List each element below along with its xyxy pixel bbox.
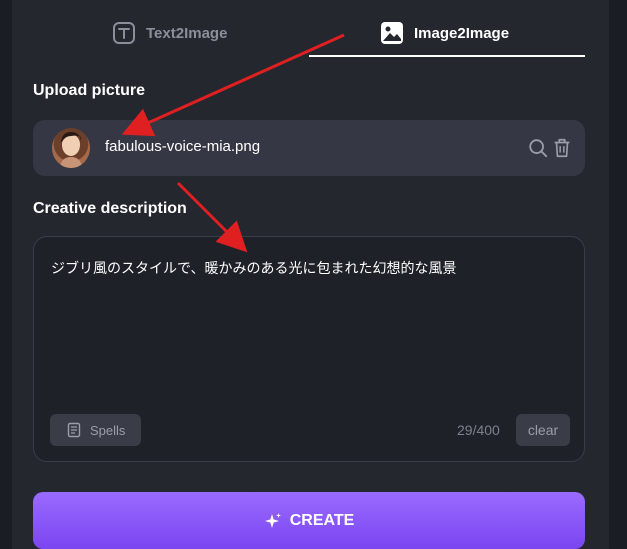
create-label: CREATE	[289, 511, 355, 529]
spells-button[interactable]: Spells	[50, 414, 141, 446]
sparkle-icon	[264, 512, 281, 528]
image-generator-panel: Text2Image Image2Image Upload picture fa…	[12, 0, 609, 549]
creative-description-label: Creative description	[33, 200, 187, 217]
tab-text2image-label: Text2Image	[146, 24, 228, 42]
create-button[interactable]: CREATE	[33, 492, 585, 549]
spells-label: Spells	[90, 422, 126, 438]
trash-icon[interactable]	[551, 137, 573, 159]
search-icon[interactable]	[527, 137, 549, 159]
image-icon	[381, 22, 403, 44]
tab-image2image-label: Image2Image	[414, 24, 510, 42]
book-icon	[67, 422, 81, 438]
uploaded-image-thumbnail	[52, 128, 90, 168]
creative-description-input[interactable]: ジブリ風のスタイルで、暖かみのある光に包まれた幻想的な風景	[51, 258, 571, 278]
text-icon	[113, 22, 135, 44]
active-tab-indicator	[309, 55, 585, 57]
creative-description-box[interactable]: ジブリ風のスタイルで、暖かみのある光に包まれた幻想的な風景 Spells 29/…	[33, 236, 585, 462]
uploaded-filename: fabulous-voice-mia.png	[105, 138, 261, 155]
tab-image2image[interactable]: Image2Image	[380, 10, 509, 56]
tab-text2image[interactable]: Text2Image	[112, 10, 227, 56]
mode-tabs: Text2Image Image2Image	[12, 0, 609, 58]
character-counter: 29/400	[457, 422, 500, 438]
clear-button[interactable]: clear	[516, 414, 570, 446]
upload-picture-label: Upload picture	[33, 82, 146, 99]
uploaded-file-row[interactable]: fabulous-voice-mia.png	[33, 120, 585, 176]
